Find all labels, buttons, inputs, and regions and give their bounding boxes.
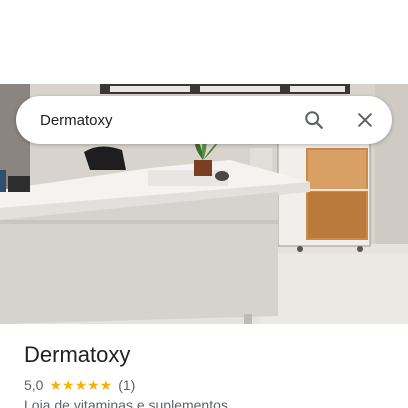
review-count: (1) [118, 377, 136, 393]
place-category: Loja de vitaminas e suplementos [24, 397, 228, 408]
search-bar [16, 96, 392, 144]
rating-value: 5,0 [24, 377, 44, 393]
rating-row[interactable]: 5,0 ★★★★★ (1) [24, 376, 135, 394]
maps-place-view: Dermatoxy 5,0 ★★★★★ (1) Loja de vitamina… [0, 0, 408, 408]
place-name: Dermatoxy [24, 342, 131, 367]
rating-stars: ★★★★★ [49, 378, 112, 392]
star-icons: ★★★★★ [49, 377, 113, 393]
close-button[interactable] [349, 104, 381, 136]
search-icon [305, 111, 323, 129]
search-button[interactable] [298, 104, 330, 136]
close-icon [358, 113, 372, 127]
search-input[interactable] [40, 96, 290, 144]
top-blank-area [0, 0, 408, 84]
place-info-sheet[interactable]: Dermatoxy 5,0 ★★★★★ (1) Loja de vitamina… [0, 324, 408, 408]
